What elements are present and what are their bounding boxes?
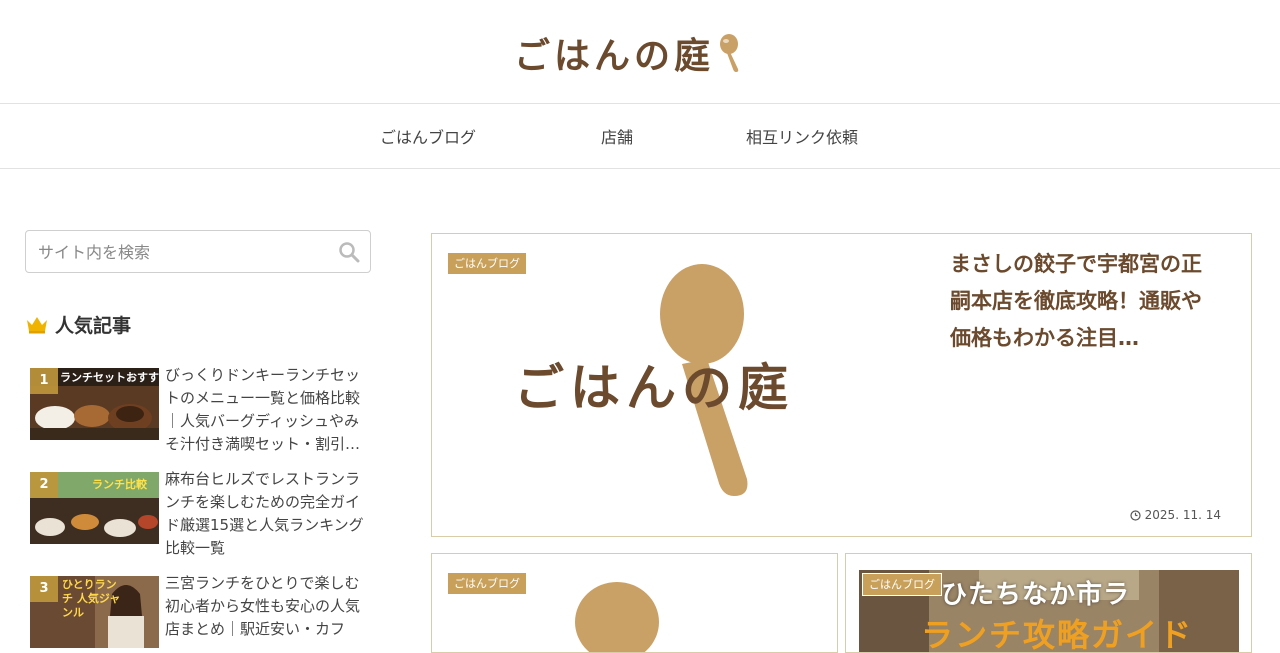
featured-article-card[interactable]: ごはんの庭 ごはんブログ まさしの餃子で宇都宮の正嗣本店を徹底攻略！通販や価格も… bbox=[431, 233, 1252, 537]
nav-item-mutual-link[interactable]: 相互リンク依頼 bbox=[746, 124, 858, 148]
site-header: ごはんの庭 bbox=[0, 0, 1280, 103]
search-input[interactable] bbox=[38, 241, 328, 263]
global-nav: ごはんブログ 店舗 相互リンク依頼 bbox=[0, 103, 1280, 169]
article-image bbox=[575, 582, 659, 652]
article-card[interactable]: ひたちなか市ラ ランチ攻略ガイド ごはんブログ bbox=[845, 553, 1252, 653]
site-logo[interactable]: ごはんの庭 bbox=[514, 30, 744, 77]
popular-item-title[interactable]: 麻布台ヒルズでレストランランチを楽しむための完全ガイド厳選15選と人気ランキング… bbox=[165, 468, 365, 560]
thumbnail-caption: ひとりランチ 人気ジャンル bbox=[62, 578, 121, 619]
featured-image-text: ごはんの庭 bbox=[514, 359, 794, 417]
clock-icon bbox=[1130, 509, 1141, 521]
post-date-text: 2025. 11. 14 bbox=[1144, 508, 1221, 522]
popular-heading: 人気記事 bbox=[25, 310, 131, 338]
search-box bbox=[25, 230, 371, 273]
nav-item-gohan-blog[interactable]: ごはんブログ bbox=[380, 124, 476, 148]
popular-title: 人気記事 bbox=[55, 314, 132, 337]
post-date: 2025. 11. 14 bbox=[1130, 508, 1221, 522]
popular-item-thumbnail[interactable]: ランチセットおすすめ 1 bbox=[30, 368, 159, 440]
image-subheadline: ランチ攻略ガイド bbox=[921, 616, 1194, 653]
spoon-icon bbox=[720, 34, 739, 72]
rank-number: 1 bbox=[30, 368, 58, 394]
crown-icon bbox=[27, 317, 47, 334]
rank-number: 3 bbox=[30, 576, 58, 602]
popular-item-thumbnail[interactable]: ランチ比較 2 bbox=[30, 472, 159, 544]
popular-item-title[interactable]: 三宮ランチをひとりで楽しむ初心者から女性も安心の人気店まとめ｜駅近安い・カフ bbox=[165, 572, 365, 641]
thumbnail-caption: ランチセットおすすめ bbox=[60, 371, 159, 384]
nav-item-stores[interactable]: 店舗 bbox=[601, 124, 633, 148]
logo-text: ごはんの庭 bbox=[514, 36, 715, 77]
popular-item-title[interactable]: びっくりドンキーランチセットのメニュー一覧と価格比較｜人気バーグディッシュやみそ… bbox=[165, 364, 365, 456]
rank-number: 2 bbox=[30, 472, 58, 498]
category-badge[interactable]: ごはんブログ bbox=[448, 573, 526, 594]
article-card[interactable]: ごはんブログ bbox=[431, 553, 838, 653]
image-headline: ひたちなか市ラ bbox=[941, 580, 1131, 610]
category-badge[interactable]: ごはんブログ bbox=[448, 253, 526, 274]
popular-item-thumbnail[interactable]: ひとりランチ 人気ジャンル 3 bbox=[30, 576, 159, 648]
category-badge[interactable]: ごはんブログ bbox=[862, 573, 942, 596]
featured-title[interactable]: まさしの餃子で宇都宮の正嗣本店を徹底攻略！通販や価格もわかる注目… bbox=[950, 246, 1220, 357]
search-icon[interactable] bbox=[338, 241, 360, 263]
thumbnail-caption: ランチ比較 bbox=[92, 478, 147, 491]
